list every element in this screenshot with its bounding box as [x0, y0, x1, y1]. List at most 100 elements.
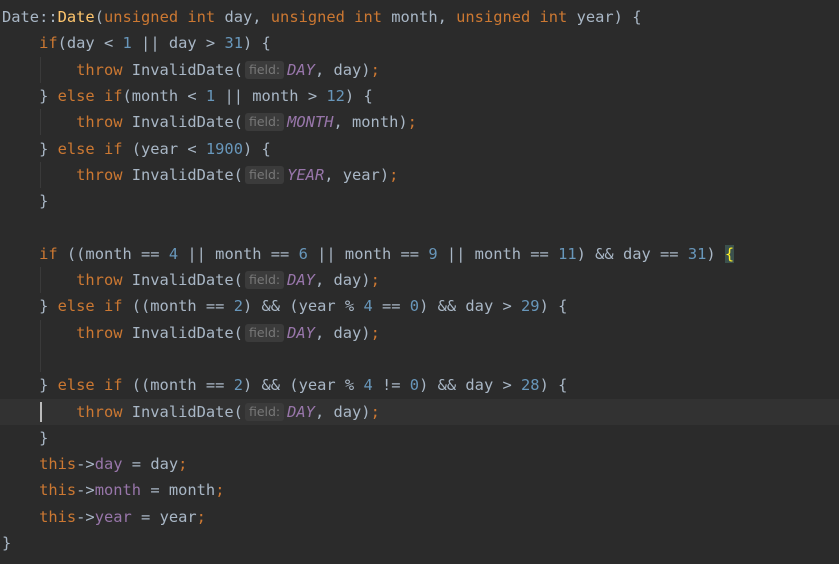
code-line[interactable]: [0, 345, 839, 373]
code-token: 0: [409, 376, 420, 395]
code-token: if: [39, 34, 58, 53]
code-text: Date::Date(unsigned int day, unsigned in…: [2, 4, 641, 30]
code-line[interactable]: throw InvalidDate(field: DAY, day);: [0, 398, 839, 425]
code-token: ) && (year %: [242, 376, 364, 395]
code-text: }: [2, 530, 11, 556]
code-line[interactable]: }: [0, 530, 839, 556]
code-token: InvalidDate(: [122, 402, 243, 421]
code-token: unsigned int: [270, 8, 382, 26]
code-text: }: [2, 188, 48, 214]
indent-guide: [40, 345, 41, 373]
code-token: {: [724, 244, 735, 263]
code-token: MONTH: [287, 113, 334, 132]
code-text: throw InvalidDate(field: DAY, day);: [2, 320, 380, 346]
code-token: ) {: [344, 86, 373, 105]
code-token: ) {: [243, 34, 271, 53]
code-token: 6: [298, 244, 308, 263]
code-line[interactable]: } else if (year < 1900) {: [0, 136, 839, 162]
parameter-hint: field:: [244, 113, 285, 132]
code-editor[interactable]: Date::Date(unsigned int day, unsigned in…: [0, 0, 839, 564]
code-token: 1900: [205, 139, 243, 158]
code-text: } else if ((month == 2) && (year % 4 == …: [2, 293, 567, 319]
code-text: throw InvalidDate(field: DAY, day);: [2, 399, 380, 425]
code-token: ((month ==: [122, 297, 234, 316]
code-token: 1: [122, 34, 132, 53]
code-line[interactable]: this->day = day;: [0, 451, 839, 477]
code-line[interactable]: } else if ((month == 2) && (year % 4 != …: [0, 372, 839, 398]
code-line[interactable]: throw InvalidDate(field: YEAR, year);: [0, 161, 839, 189]
code-token: = year: [131, 507, 197, 526]
code-token: (year <: [122, 139, 206, 158]
code-token: 4: [363, 376, 373, 395]
code-line[interactable]: throw InvalidDate(field: DAY, day);: [0, 319, 839, 346]
code-token: DAY: [287, 60, 315, 79]
code-text: this->day = day;: [2, 451, 187, 477]
code-line[interactable]: throw InvalidDate(field: MONTH, month);: [0, 109, 839, 136]
parameter-hint: field:: [244, 323, 285, 342]
code-token: = day: [122, 455, 179, 474]
code-token: throw: [76, 165, 123, 184]
code-token: InvalidDate(: [122, 60, 243, 79]
code-line[interactable]: if ((month == 4 || month == 6 || month =…: [0, 241, 839, 267]
code-token: ): [706, 244, 725, 263]
code-line[interactable]: throw InvalidDate(field: DAY, day);: [0, 267, 839, 294]
code-line[interactable]: [0, 214, 839, 240]
code-token: ) && day >: [419, 297, 522, 316]
code-line[interactable]: }: [0, 188, 839, 214]
code-token: ;: [196, 507, 206, 526]
code-token: InvalidDate(: [122, 271, 243, 289]
code-text: if ((month == 4 || month == 6 || month =…: [2, 241, 735, 267]
code-token: }: [2, 192, 49, 211]
parameter-hint: field:: [244, 60, 285, 79]
code-line[interactable]: this->year = year;: [0, 504, 839, 530]
code-token: 12: [326, 86, 345, 105]
code-token: 4: [363, 297, 373, 316]
code-line[interactable]: } else if(month < 1 || month > 12) {: [0, 83, 839, 109]
code-token: }: [2, 86, 58, 105]
code-token: unsigned int: [456, 8, 568, 26]
code-token: , day): [314, 323, 371, 342]
code-token: ->: [76, 481, 95, 500]
code-token: , month): [333, 113, 408, 132]
code-token: (day <: [57, 34, 123, 53]
code-line[interactable]: } else if ((month == 2) && (year % 4 == …: [0, 293, 839, 319]
code-token: 11: [558, 244, 577, 263]
code-text: throw InvalidDate(field: DAY, day);: [2, 267, 380, 293]
code-token: else if: [57, 297, 123, 316]
code-token: day,: [215, 8, 271, 26]
code-token: 31: [687, 244, 707, 263]
code-line[interactable]: if(day < 1 || day > 31) {: [0, 30, 839, 56]
code-line[interactable]: }: [0, 425, 839, 451]
code-text: this->year = year;: [2, 504, 206, 530]
code-token: ((month ==: [57, 244, 169, 263]
code-token: || month ==: [178, 244, 299, 263]
code-token: this: [39, 507, 77, 526]
code-token: ((month ==: [122, 376, 234, 395]
code-token: unsigned int: [103, 8, 216, 26]
code-token: ==: [372, 297, 410, 316]
code-token: ;: [407, 113, 417, 132]
code-text: } else if ((month == 2) && (year % 4 != …: [2, 372, 567, 398]
code-token: ) {: [539, 376, 568, 395]
code-token: ;: [370, 271, 380, 289]
code-token: if: [39, 244, 58, 263]
code-text: throw InvalidDate(field: YEAR, year);: [2, 162, 398, 188]
code-token: day: [94, 455, 123, 474]
code-token: this: [39, 481, 77, 500]
code-line[interactable]: throw InvalidDate(field: DAY, day);: [0, 56, 839, 83]
code-line[interactable]: Date::Date(unsigned int day, unsigned in…: [0, 4, 839, 30]
code-line[interactable]: this->month = month;: [0, 477, 839, 503]
code-token: year) {: [567, 8, 642, 26]
parameter-hint: field:: [244, 402, 285, 421]
code-token: }: [2, 428, 49, 447]
code-token: throw: [76, 271, 123, 289]
code-token: ;: [370, 323, 380, 342]
code-token: 2: [233, 297, 243, 316]
code-token: throw: [76, 60, 123, 79]
code-token: DAY: [287, 402, 315, 421]
code-token: else if: [57, 86, 123, 105]
code-token: 28: [521, 376, 540, 395]
